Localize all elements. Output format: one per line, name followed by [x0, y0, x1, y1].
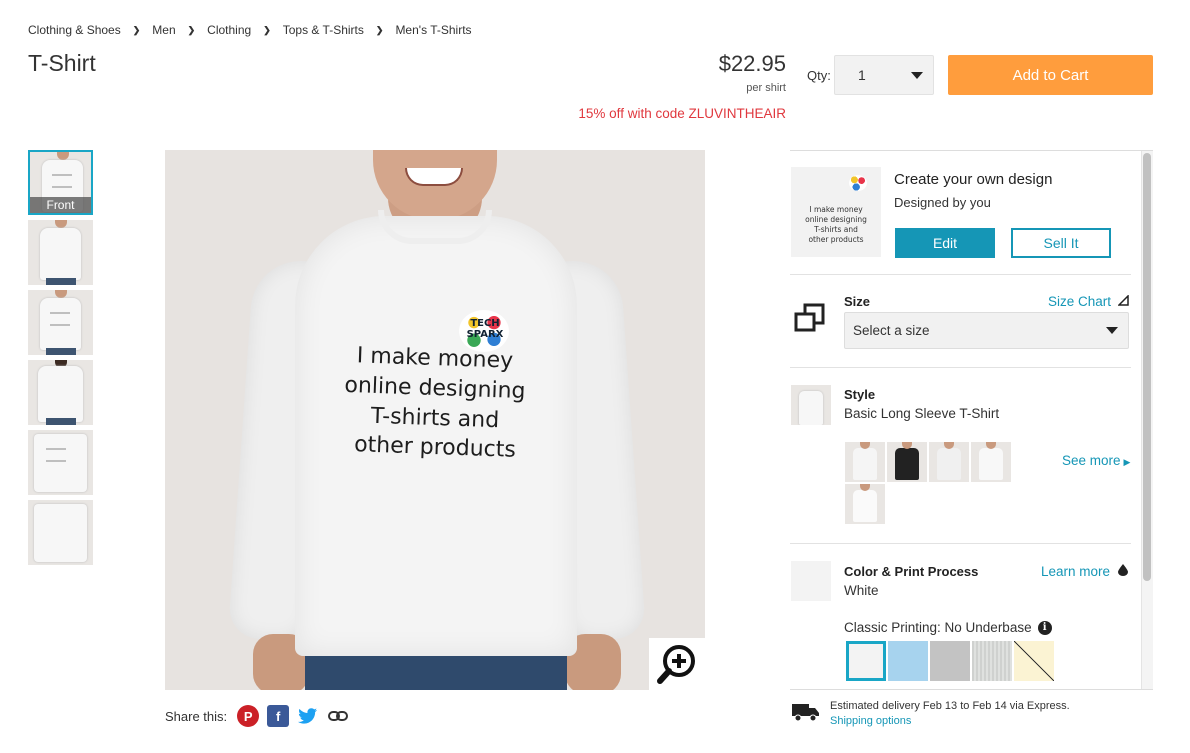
swatch-natural[interactable] — [1014, 641, 1054, 681]
share-label: Share this: — [165, 708, 228, 724]
caret-right-icon: ▶ — [1123, 457, 1131, 467]
delivery-estimate: Estimated delivery Feb 13 to Feb 14 via … — [830, 700, 1070, 712]
divider — [790, 367, 1131, 368]
chevron-right-icon: ❯ — [187, 24, 196, 35]
breadcrumb-item-tops[interactable]: Tops & T-Shirts — [283, 23, 364, 37]
truck-icon — [792, 704, 819, 722]
style-option[interactable] — [887, 442, 927, 482]
size-label: Size — [844, 294, 871, 309]
edit-button[interactable]: Edit — [895, 228, 995, 258]
style-thumbnail — [791, 385, 831, 425]
link-icon[interactable] — [327, 705, 349, 727]
design-preview-text: I make money online designing T-shirts a… — [805, 205, 867, 244]
thumbnail-list: Front — [28, 150, 93, 570]
add-to-cart-button[interactable]: Add to Cart — [948, 55, 1153, 95]
price: $22.95 — [718, 51, 786, 76]
price-unit: per shirt — [746, 82, 786, 94]
caret-down-icon — [1106, 327, 1118, 334]
thumbnail-flat-front[interactable] — [28, 430, 93, 495]
customize-panel: I make money online designing T-shirts a… — [790, 150, 1153, 690]
sell-it-button[interactable]: Sell It — [1011, 228, 1111, 258]
style-option[interactable] — [845, 442, 885, 482]
style-option[interactable] — [971, 442, 1011, 482]
twitter-icon[interactable] — [297, 705, 319, 727]
swatch-light-blue[interactable] — [888, 641, 928, 681]
swatch-ash[interactable] — [930, 641, 970, 681]
pinterest-icon[interactable]: P — [237, 705, 260, 727]
thumbnail-model-front[interactable] — [28, 290, 93, 355]
design-preview[interactable]: I make money online designing T-shirts a… — [791, 167, 881, 257]
chevron-right-icon: ❯ — [263, 24, 271, 35]
size-select[interactable]: Select a size — [844, 312, 1129, 349]
thumbnail-side[interactable] — [28, 220, 93, 285]
size-select-value: Select a size — [853, 323, 930, 338]
zoom-button[interactable] — [649, 638, 705, 690]
qty-value: 1 — [858, 67, 866, 83]
tech-sparx-logo — [849, 175, 867, 191]
logo-text: TECH SPARX — [466, 318, 504, 340]
ink-drop-icon — [1117, 564, 1128, 576]
breadcrumb-item-men[interactable]: Men — [152, 23, 175, 37]
style-option[interactable] — [845, 484, 885, 524]
page-title: T-Shirt — [28, 50, 96, 76]
breadcrumb-item-clothing[interactable]: Clothing — [207, 23, 251, 37]
qty-label: Qty: — [807, 68, 831, 83]
zoom-in-icon — [657, 645, 695, 684]
style-label: Style — [844, 387, 876, 402]
breadcrumb-item-clothing-shoes[interactable]: Clothing & Shoes — [28, 23, 121, 37]
facebook-icon[interactable]: f — [267, 705, 290, 727]
ruler-icon — [1116, 294, 1129, 306]
color-value: White — [844, 583, 879, 598]
breadcrumb: Clothing & Shoes ❯ Men ❯ Clothing ❯ Tops… — [28, 23, 472, 37]
shipping-options-link[interactable]: Shipping options — [830, 715, 911, 727]
print-process: Classic Printing: No Underbase i — [844, 620, 1052, 635]
size-chart-link[interactable]: Size Chart — [1048, 294, 1129, 309]
thumbnail-front[interactable]: Front — [28, 150, 93, 215]
product-image: TECH SPARX I make money online designing… — [165, 150, 705, 690]
learn-more-link[interactable]: Learn more — [1041, 564, 1128, 579]
create-design-title: Create your own design — [894, 171, 1053, 188]
size-icon — [794, 303, 825, 332]
see-more-link[interactable]: See more ▶ — [1062, 453, 1130, 468]
swatch-white[interactable] — [846, 641, 886, 681]
thumbnail-label: Front — [30, 197, 91, 213]
style-option[interactable] — [929, 442, 969, 482]
divider — [790, 543, 1131, 544]
caret-down-icon — [911, 72, 923, 79]
scrollbar-thumb[interactable] — [1143, 153, 1151, 581]
create-design-subtitle: Designed by you — [894, 195, 991, 210]
thumbnail-flat-back[interactable] — [28, 500, 93, 565]
info-icon[interactable]: i — [1037, 620, 1052, 635]
qty-select[interactable]: 1 — [834, 55, 934, 95]
chevron-right-icon: ❯ — [375, 24, 384, 35]
style-value: Basic Long Sleeve T-Shirt — [844, 406, 1000, 421]
color-label: Color & Print Process — [844, 564, 979, 579]
chevron-right-icon: ❯ — [132, 24, 141, 35]
breadcrumb-item-mens-tshirts[interactable]: Men's T-Shirts — [395, 23, 471, 37]
color-thumbnail — [791, 561, 831, 601]
promo-text: 15% off with code ZLUVINTHEAIR — [578, 106, 786, 121]
share-bar: Share this: P f — [165, 705, 349, 727]
thumbnail-model-back[interactable] — [28, 360, 93, 425]
divider — [790, 274, 1131, 275]
swatch-heather[interactable] — [972, 641, 1012, 681]
